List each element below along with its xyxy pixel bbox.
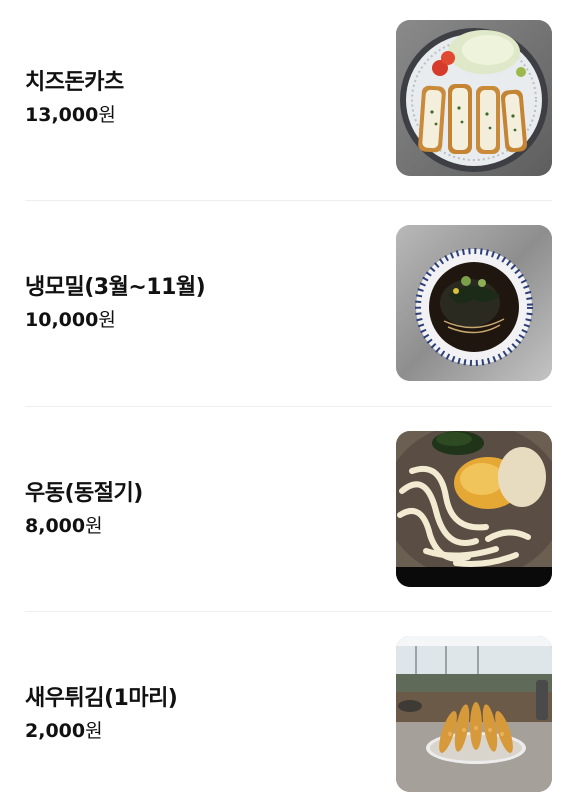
menu-item-info: 새우튀김(1마리) 2,000원 xyxy=(25,636,385,792)
menu-item-price: 8,000원 xyxy=(25,513,385,539)
divider xyxy=(25,200,552,201)
divider xyxy=(25,406,552,407)
menu-item-udon[interactable]: 우동(동절기) 8,000원 xyxy=(25,431,552,587)
price-unit: 원 xyxy=(98,309,116,331)
udon-photo xyxy=(396,431,552,587)
price-value: 10,000 xyxy=(25,309,99,331)
menu-item-photo[interactable] xyxy=(396,431,552,587)
fried-shrimp-photo xyxy=(396,636,552,792)
menu-item-cold-soba[interactable]: 냉모밀(3월~11월) 10,000원 xyxy=(25,225,552,381)
menu-item-info: 냉모밀(3월~11월) 10,000원 xyxy=(25,225,385,381)
price-value: 8,000 xyxy=(25,515,86,537)
menu-item-name: 새우튀김(1마리) xyxy=(25,686,178,711)
price-unit: 원 xyxy=(98,104,116,126)
menu-item-price: 10,000원 xyxy=(25,307,385,333)
menu-item-price: 13,000원 xyxy=(25,102,385,128)
price-value: 13,000 xyxy=(25,104,99,126)
cold-soba-photo xyxy=(396,225,552,381)
divider xyxy=(25,611,552,612)
menu-item-photo[interactable] xyxy=(396,225,552,381)
price-unit: 원 xyxy=(85,720,103,742)
menu-item-name: 치즈돈카츠 xyxy=(25,70,124,95)
price-unit: 원 xyxy=(85,515,103,537)
menu-item-photo[interactable] xyxy=(396,636,552,792)
menu-item-name: 냉모밀(3월~11월) xyxy=(25,275,206,300)
price-value: 2,000 xyxy=(25,720,86,742)
menu-list: 치즈돈카츠 13,000원 냉모밀(3월~11월) 10,000원 우동(동절기… xyxy=(0,0,565,796)
menu-item-cheese-donkatsu[interactable]: 치즈돈카츠 13,000원 xyxy=(25,20,552,176)
menu-item-name: 우동(동절기) xyxy=(25,481,143,506)
menu-item-photo[interactable] xyxy=(396,20,552,176)
cheese-donkatsu-photo xyxy=(396,20,552,176)
menu-item-info: 치즈돈카츠 13,000원 xyxy=(25,20,385,176)
menu-item-info: 우동(동절기) 8,000원 xyxy=(25,431,385,587)
menu-item-price: 2,000원 xyxy=(25,718,385,744)
menu-item-fried-shrimp[interactable]: 새우튀김(1마리) 2,000원 xyxy=(25,636,552,792)
